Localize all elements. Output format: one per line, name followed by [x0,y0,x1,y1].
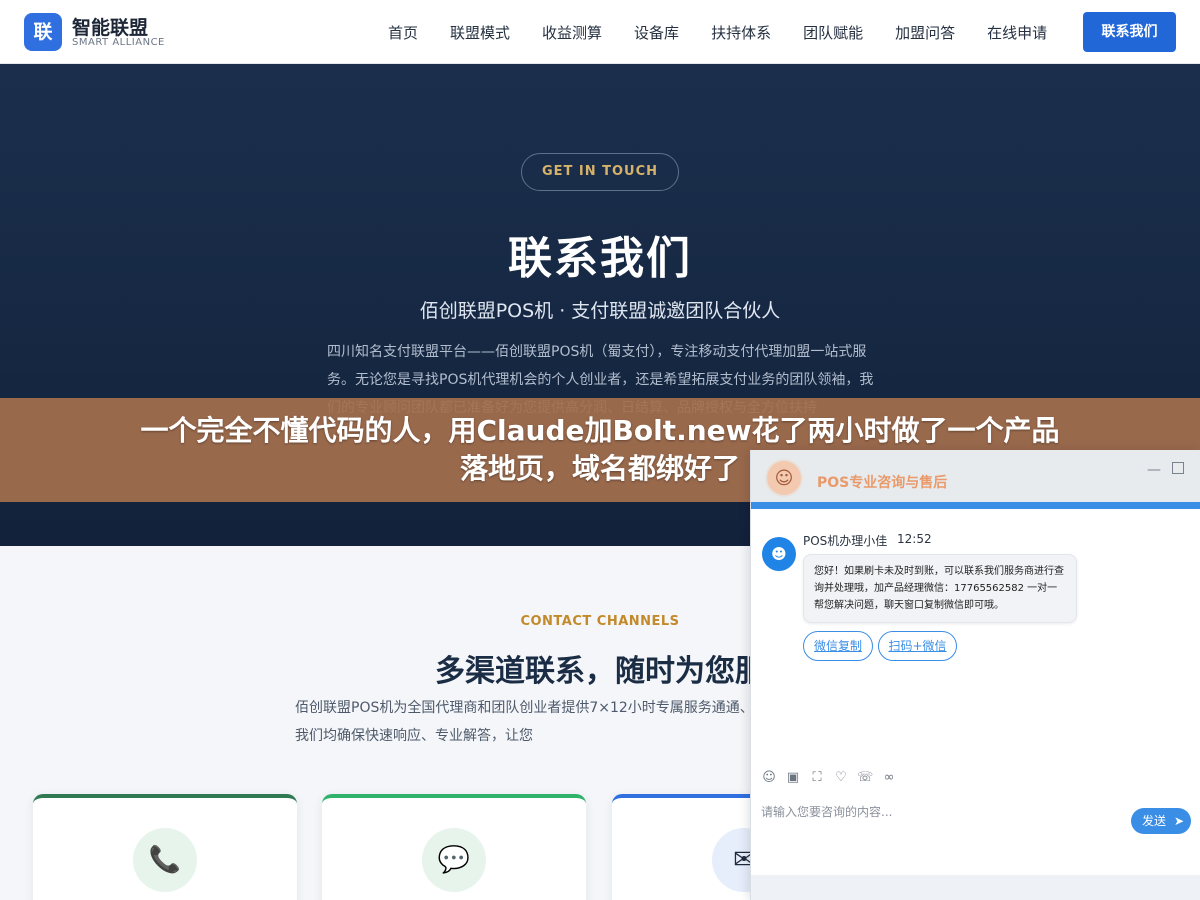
channel-card-phone[interactable]: 📞 [33,794,297,900]
emoji-icon[interactable]: ☺ [761,770,777,786]
chat-title: POS专业咨询与售后 [817,475,948,491]
screenshot-icon[interactable]: ⛶ [809,770,825,786]
wechat-icon[interactable]: ∞ [881,770,897,786]
send-button[interactable]: 发送 ➤ [1131,808,1191,834]
caption-line-1: 一个完全不懂代码的人，用Claude加Bolt.new花了两小时做了一个产品 [140,414,1060,447]
agent-avatar-icon: ☻ [762,537,796,571]
copy-wechat-button[interactable]: 微信复制 [803,631,873,661]
nav-item-team-empower[interactable]: 团队赋能 [803,22,863,43]
logo-title[interactable]: 智能联盟 [72,13,148,40]
nav-item-home[interactable]: 首页 [388,22,418,43]
phone-icon: 📞 [133,828,197,892]
chat-widget: ☺ POS专业咨询与售后 — ☻ POS机办理小佳 12:52 您好！如果刷卡未… [750,450,1200,900]
logo-subtitle: SMART ALLIANCE [72,37,165,48]
scan-wechat-button[interactable]: 扫码+微信 [878,631,957,661]
channel-card-chat[interactable]: 💬 [322,794,586,900]
image-icon[interactable]: ▣ [785,770,801,786]
minimize-icon[interactable]: — [1147,462,1161,478]
maximize-icon[interactable] [1172,462,1184,474]
message-time: 12:52 [897,532,932,546]
nav-item-alliance-mode[interactable]: 联盟模式 [450,22,510,43]
chat-message-input[interactable] [761,800,1121,824]
top-header: 联 智能联盟 SMART ALLIANCE 首页 联盟模式 收益测算 设备库 扶… [0,0,1200,64]
chat-icon: 💬 [422,828,486,892]
chat-header-accent [751,502,1200,509]
nav-item-device-library[interactable]: 设备库 [634,22,679,43]
transfer-icon[interactable]: ☏ [857,770,873,786]
logo-mark[interactable]: 联 [24,13,62,51]
get-in-touch-badge: GET IN TOUCH [521,153,679,191]
agent-message: 您好！如果刷卡未及时到账，可以联系我们服务商进行查询并处理哦，加产品经理微信：1… [803,554,1077,623]
nav-item-revenue-calc[interactable]: 收益测算 [542,22,602,43]
send-label: 发送 [1142,814,1167,828]
nav-item-support-system[interactable]: 扶持体系 [711,22,771,43]
main-nav: 首页 联盟模式 收益测算 设备库 扶持体系 团队赋能 加盟问答 在线申请 [388,0,1079,64]
support-avatar-icon: ☺ [765,459,803,497]
chat-footer [751,875,1200,900]
send-arrow-icon: ➤ [1173,814,1184,828]
agent-name: POS机办理小佳 [803,534,888,548]
chat-toolbar: ☺ ▣ ⛶ ♡ ☏ ∞ [761,770,905,786]
page-title: 联系我们 [508,233,692,284]
nav-item-apply-online[interactable]: 在线申请 [987,22,1047,43]
contact-us-button[interactable]: 联系我们 [1083,12,1176,52]
rating-icon[interactable]: ♡ [833,770,849,786]
hero-subtitle: 佰创联盟POS机 · 支付联盟诚邀团队合伙人 [419,300,781,322]
nav-item-faq[interactable]: 加盟问答 [895,22,955,43]
